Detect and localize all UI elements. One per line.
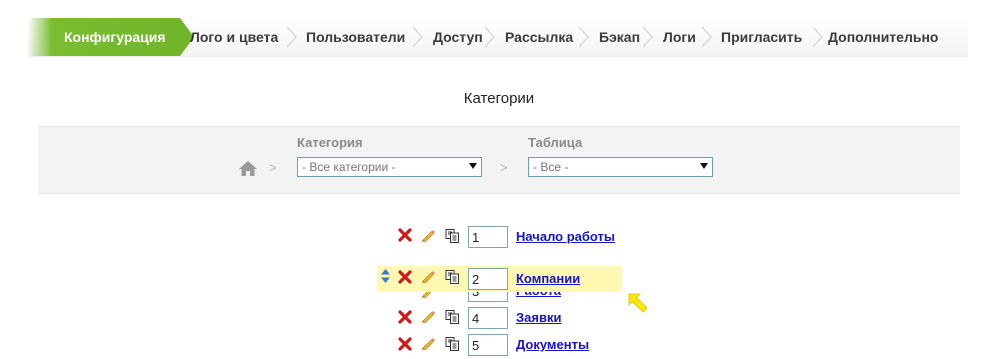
- edit-icon[interactable]: [420, 335, 436, 356]
- tab-users[interactable]: Пользователи: [306, 18, 405, 56]
- chevron-right-icon: [700, 27, 714, 47]
- tab-mailing[interactable]: Рассылка: [505, 18, 573, 56]
- table-select[interactable]: - Все -: [528, 157, 713, 177]
- table-select-value: - Все -: [533, 160, 569, 174]
- chevron-right-icon: [285, 27, 299, 47]
- category-link[interactable]: Документы: [516, 337, 589, 352]
- chevron-right-icon: [483, 27, 497, 47]
- delete-icon[interactable]: [398, 228, 412, 247]
- copy-icon[interactable]: [445, 310, 460, 329]
- edit-icon[interactable]: [420, 227, 436, 248]
- chevron-right-icon: [411, 27, 425, 47]
- config-tab-bar: Конфигурация Лого и цвета Пользователи Д…: [28, 18, 968, 57]
- edit-icon[interactable]: [420, 308, 436, 329]
- copy-icon[interactable]: [445, 229, 460, 248]
- breadcrumb-separator: >: [500, 160, 508, 175]
- dropdown-arrow-icon: [700, 163, 708, 169]
- cursor-arrow-icon: [627, 292, 651, 321]
- table-filter-label: Таблица: [528, 135, 583, 150]
- delete-icon[interactable]: [398, 270, 412, 289]
- chevron-right-icon: [577, 27, 591, 47]
- order-input[interactable]: [468, 268, 508, 290]
- category-link[interactable]: Компании: [516, 271, 580, 286]
- category-select[interactable]: - Все категории -: [297, 157, 482, 177]
- tab-logo-colors[interactable]: Лого и цвета: [190, 18, 278, 56]
- tab-access[interactable]: Доступ: [433, 18, 483, 56]
- order-input[interactable]: [468, 334, 508, 356]
- page-title: Категории: [463, 90, 535, 107]
- chevron-right-icon: [641, 27, 655, 47]
- dropdown-arrow-icon: [469, 163, 477, 169]
- copy-icon[interactable]: [445, 270, 460, 289]
- order-input[interactable]: [468, 307, 508, 329]
- delete-icon[interactable]: [398, 310, 412, 329]
- edit-icon[interactable]: [420, 268, 436, 289]
- tab-advanced[interactable]: Дополнительно: [828, 18, 938, 56]
- home-icon[interactable]: [239, 161, 257, 181]
- tab-backup[interactable]: Бэкап: [599, 18, 640, 56]
- filter-panel: > Категория - Все категории - > Таблица …: [38, 126, 960, 194]
- tab-configuration[interactable]: Конфигурация: [28, 18, 194, 56]
- tab-logs[interactable]: Логи: [663, 18, 696, 56]
- category-filter-label: Категория: [297, 135, 363, 150]
- sort-arrows-icon[interactable]: [381, 269, 390, 288]
- chevron-right-icon: [811, 27, 825, 47]
- delete-icon[interactable]: [398, 337, 412, 356]
- category-select-value: - Все категории -: [302, 160, 396, 174]
- tab-invite[interactable]: Пригласить: [721, 18, 802, 56]
- order-input[interactable]: [468, 226, 508, 248]
- category-link[interactable]: Заявки: [516, 310, 561, 325]
- category-link[interactable]: Начало работы: [516, 229, 615, 244]
- breadcrumb-separator: >: [269, 160, 277, 175]
- copy-icon[interactable]: [445, 337, 460, 356]
